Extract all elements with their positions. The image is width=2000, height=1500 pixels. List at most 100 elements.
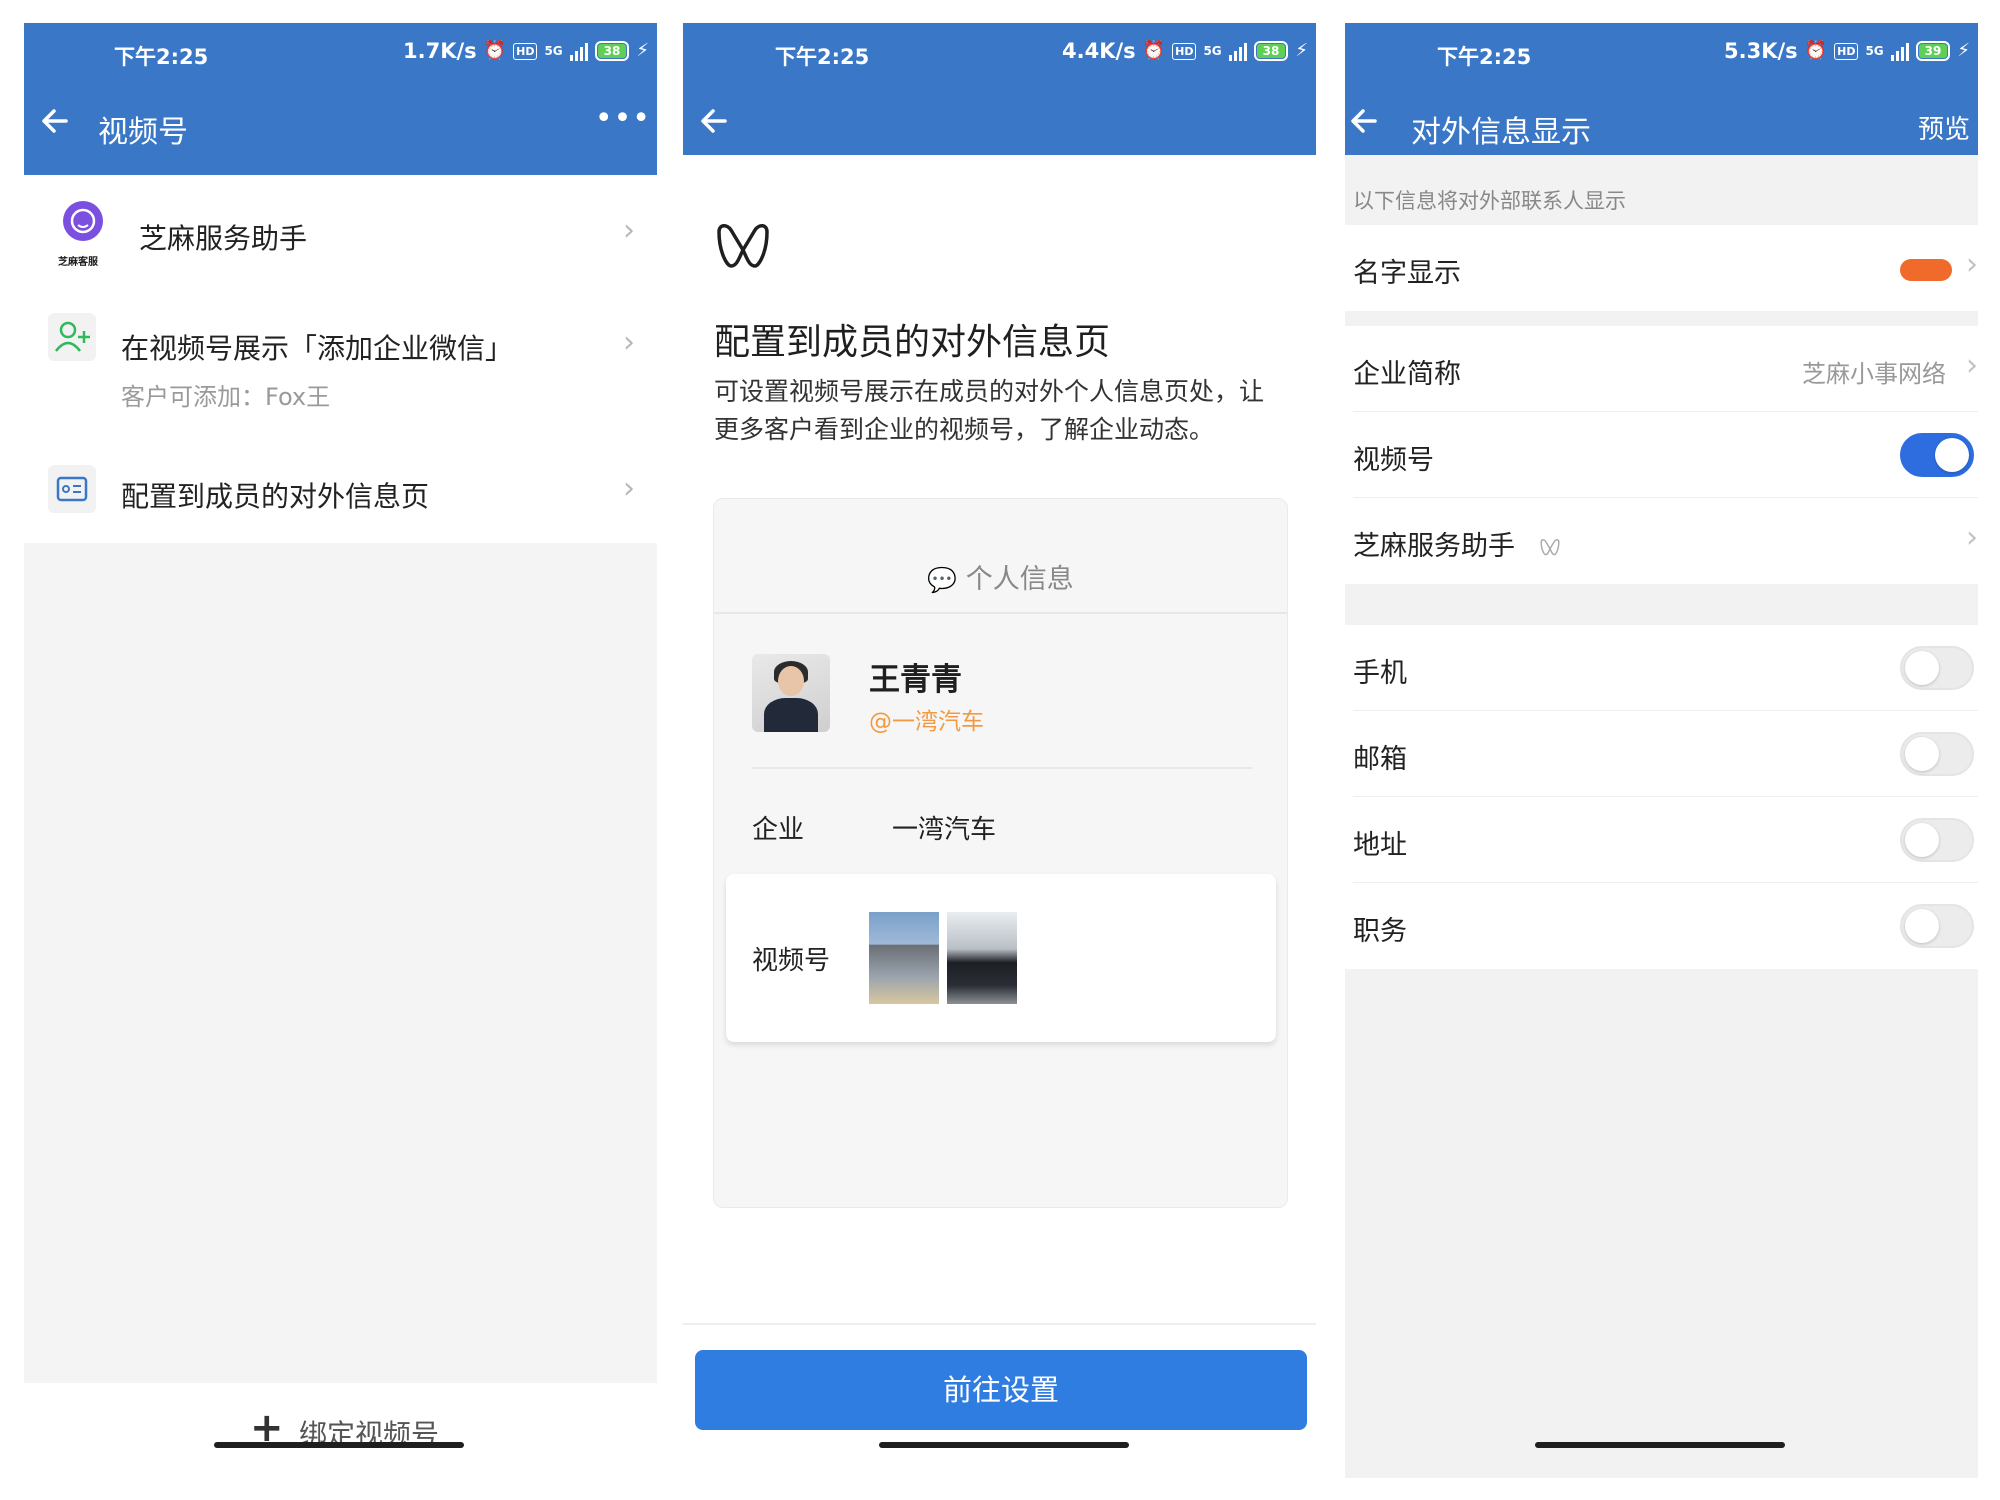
more-options-icon[interactable]: ••• xyxy=(595,101,651,136)
wechat-icon: 💬 xyxy=(927,566,958,594)
show-add-wechat-row[interactable]: 在视频号展示「添加企业微信」 客户可添加：Fox王 › xyxy=(24,285,657,425)
charging-icon: ⚡ xyxy=(636,40,649,61)
home-indicator[interactable] xyxy=(879,1442,1129,1448)
position-toggle[interactable] xyxy=(1900,904,1974,948)
config-intro-screen: 下午2:25 4.4K/s ⏰ HD 5G 38 ⚡ 配置到成员的对外信息页 可… xyxy=(683,23,1316,1478)
chevron-right-icon: › xyxy=(623,471,635,506)
company-short-label: 企业简称 xyxy=(1353,359,1461,390)
charging-icon: ⚡ xyxy=(1295,40,1308,61)
network-type: 5G xyxy=(544,44,563,58)
home-indicator[interactable] xyxy=(1535,1442,1785,1448)
channels-logo-icon xyxy=(717,224,769,268)
status-time: 下午2:25 xyxy=(1437,45,1532,69)
home-indicator[interactable] xyxy=(214,1442,464,1448)
status-time: 下午2:25 xyxy=(114,45,209,69)
account-logo-icon xyxy=(63,201,103,241)
empty-area xyxy=(24,543,657,1383)
divider xyxy=(752,767,1252,769)
channels-screen: 下午2:25 1.7K/s ⏰ HD 5G 38 ⚡ 视频号 ••• 芝麻客服 … xyxy=(24,23,657,1478)
account-logo-caption: 芝麻客服 xyxy=(58,257,98,268)
page-title: 视频号 xyxy=(98,115,188,150)
avatar xyxy=(752,654,830,732)
network-speed: 4.4K/s xyxy=(1062,39,1136,63)
divider xyxy=(683,1323,1316,1325)
signal-icon xyxy=(569,41,588,61)
battery-level: 38 xyxy=(1256,44,1286,58)
bind-channel-button[interactable]: + 绑定视频号 xyxy=(24,1383,657,1473)
channel-thumbnail xyxy=(869,912,939,1004)
company-label: 企业 xyxy=(752,815,805,845)
email-toggle-row: 邮箱 xyxy=(1345,711,1978,797)
back-arrow-icon[interactable] xyxy=(1345,101,1385,141)
address-toggle[interactable] xyxy=(1900,818,1974,862)
name-display-row[interactable]: 名字显示 › xyxy=(1345,225,1978,311)
charging-icon: ⚡ xyxy=(1957,40,1970,61)
preview-button[interactable]: 预览 xyxy=(1918,109,1970,146)
show-add-wechat-sub: 客户可添加：Fox王 xyxy=(121,383,331,411)
profile-preview-card: 💬 个人信息 王青青 @一湾汽车 企业 一湾汽车 视频号 xyxy=(713,498,1288,1208)
config-page-label: 配置到成员的对外信息页 xyxy=(121,480,430,513)
status-bar: 下午2:25 1.7K/s ⏰ HD 5G 38 ⚡ xyxy=(24,23,657,83)
email-label: 邮箱 xyxy=(1353,744,1407,775)
alarm-icon: ⏰ xyxy=(1142,40,1166,61)
intro-heading: 配置到成员的对外信息页 xyxy=(714,322,1111,363)
alarm-icon: ⏰ xyxy=(1804,40,1828,61)
channel-account-name: 芝麻服务助手 xyxy=(1353,531,1515,562)
status-bar: 下午2:25 4.4K/s ⏰ HD 5G 38 ⚡ xyxy=(683,23,1316,83)
phone-toggle[interactable] xyxy=(1900,646,1974,690)
network-speed: 5.3K/s xyxy=(1724,39,1798,63)
network-type: 5G xyxy=(1203,44,1222,58)
header-bar: 下午2:25 4.4K/s ⏰ HD 5G 38 ⚡ xyxy=(683,23,1316,155)
settings-list: 芝麻客服 芝麻服务助手 › 在视频号展示「添加企业微信」 客户可添加：Fox王 … xyxy=(24,175,657,565)
channel-label: 视频号 xyxy=(752,946,831,976)
battery-icon: 39 xyxy=(1915,41,1951,61)
channels-logo-icon xyxy=(1540,538,1560,555)
alarm-icon: ⏰ xyxy=(483,40,507,61)
chevron-right-icon: › xyxy=(1966,247,1978,282)
hd-icon: HD xyxy=(1834,42,1859,60)
add-contact-icon xyxy=(48,313,96,361)
show-add-wechat-label: 在视频号展示「添加企业微信」 xyxy=(121,332,514,365)
company-value: 一湾汽车 xyxy=(892,815,997,845)
back-arrow-icon[interactable] xyxy=(695,101,735,141)
signal-icon xyxy=(1890,41,1909,61)
page-title: 对外信息显示 xyxy=(1411,115,1591,150)
channel-account-label: 芝麻服务助手 xyxy=(1353,524,1562,563)
header-bar: 下午2:25 5.3K/s ⏰ HD 5G 39 ⚡ 对外信息显示 预览 xyxy=(1345,23,1978,155)
back-arrow-icon[interactable] xyxy=(36,101,76,141)
channel-account-row[interactable]: 芝麻客服 芝麻服务助手 › xyxy=(24,175,657,285)
position-label: 职务 xyxy=(1353,916,1407,947)
battery-level: 38 xyxy=(597,44,627,58)
channel-thumbnail xyxy=(947,912,1017,1004)
hd-icon: HD xyxy=(513,42,538,60)
hd-icon: HD xyxy=(1172,42,1197,60)
channel-toggle[interactable] xyxy=(1900,433,1974,477)
redacted-value xyxy=(1900,259,1952,281)
person-name: 王青青 xyxy=(869,662,962,698)
chevron-right-icon: › xyxy=(623,325,635,360)
account-name: 芝麻服务助手 xyxy=(139,222,308,255)
battery-icon: 38 xyxy=(594,41,630,61)
status-bar: 下午2:25 5.3K/s ⏰ HD 5G 39 ⚡ xyxy=(1345,23,1978,83)
phone-toggle-row: 手机 xyxy=(1345,625,1978,711)
card-title-text: 个人信息 xyxy=(965,564,1074,595)
person-company: @一湾汽车 xyxy=(869,709,984,735)
chevron-right-icon: › xyxy=(1966,520,1978,555)
name-display-label: 名字显示 xyxy=(1353,258,1461,289)
signal-icon xyxy=(1228,41,1247,61)
channel-toggle-row: 视频号 xyxy=(1345,412,1978,498)
channel-preview-row: 视频号 xyxy=(726,874,1276,1042)
channel-label: 视频号 xyxy=(1353,445,1434,476)
company-short-value: 芝麻小事网络 xyxy=(1802,360,1946,388)
go-settings-button[interactable]: 前往设置 xyxy=(695,1350,1307,1430)
phone-label: 手机 xyxy=(1353,658,1407,689)
battery-level: 39 xyxy=(1918,44,1948,58)
battery-icon: 38 xyxy=(1253,41,1289,61)
email-toggle[interactable] xyxy=(1900,732,1974,776)
position-toggle-row: 职务 xyxy=(1345,883,1978,969)
address-toggle-row: 地址 xyxy=(1345,797,1978,883)
company-short-row[interactable]: 企业简称 芝麻小事网络 › xyxy=(1345,326,1978,412)
network-type: 5G xyxy=(1865,44,1884,58)
config-page-row[interactable]: 配置到成员的对外信息页 › xyxy=(24,425,657,545)
channel-account-row[interactable]: 芝麻服务助手 › xyxy=(1345,498,1978,584)
